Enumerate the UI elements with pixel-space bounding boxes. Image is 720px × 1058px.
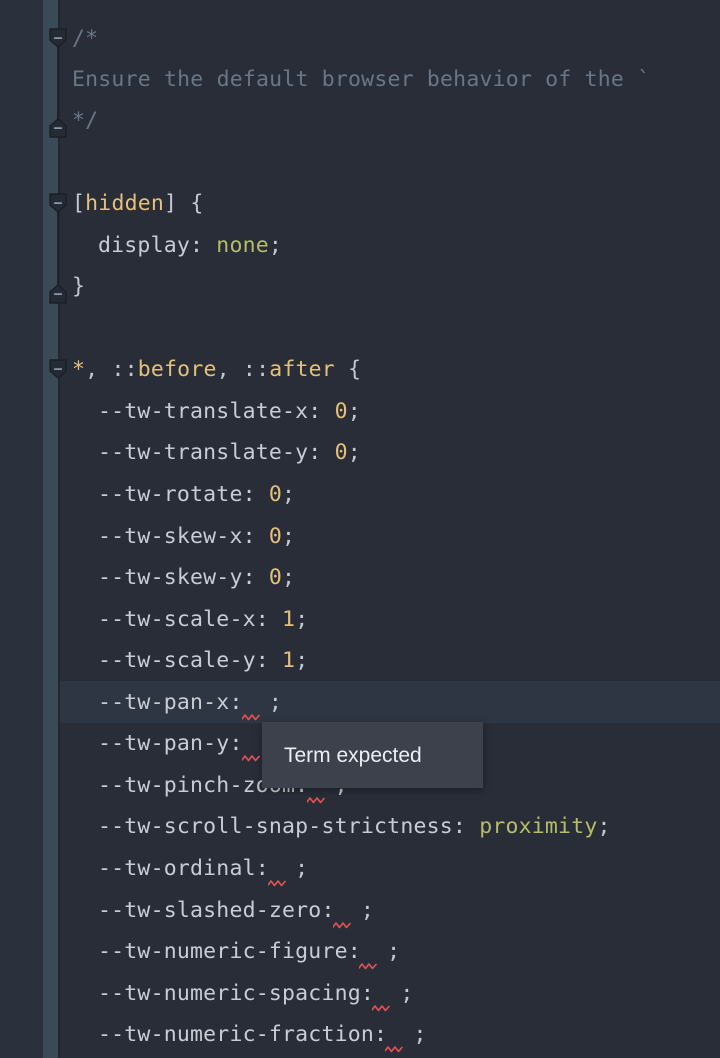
code-line[interactable]: */ xyxy=(72,100,98,141)
code-token: ; xyxy=(268,856,309,881)
code-token: ; xyxy=(347,399,361,424)
code-token: :: xyxy=(242,357,270,382)
editor-gutter xyxy=(0,0,43,1058)
code-line[interactable]: --tw-numeric-spacing: ; xyxy=(98,973,413,1014)
code-token: ; xyxy=(268,233,283,258)
code-token: --tw-pan-x: xyxy=(98,690,243,715)
code-token: --tw-slashed-zero: xyxy=(98,898,335,923)
code-token: --tw-scale-y: xyxy=(98,648,283,673)
code-token: ; xyxy=(387,1022,427,1047)
code-token: --tw-ordinal: xyxy=(98,856,269,881)
code-token: proximity xyxy=(479,814,598,839)
code-token: --tw-translate-x: xyxy=(98,399,335,424)
code-token: ; xyxy=(295,648,309,673)
code-token: [ xyxy=(72,191,86,216)
code-line[interactable]: display: none; xyxy=(98,225,282,266)
code-line[interactable]: --tw-scale-x: 1; xyxy=(98,599,308,640)
code-token: :: xyxy=(111,357,138,382)
code-token: * xyxy=(72,357,86,382)
code-token: --tw-skew-y: xyxy=(98,565,269,590)
code-token: */ xyxy=(72,108,99,133)
code-line[interactable]: /* xyxy=(72,18,98,59)
code-editor[interactable]: /* Ensure the default browser behavior of… xyxy=(0,0,720,1058)
code-token: ] { xyxy=(164,191,204,216)
code-token: ; xyxy=(295,607,309,632)
code-line[interactable]: --tw-numeric-fraction: ; xyxy=(98,1014,427,1055)
code-token: --tw-numeric-figure: xyxy=(98,939,361,964)
code-line[interactable]: Ensure the default browser behavior of t… xyxy=(72,59,650,100)
code-token: ; xyxy=(242,690,283,715)
code-token: ; xyxy=(374,981,414,1006)
code-token: 1 xyxy=(282,607,296,632)
code-token: ; xyxy=(334,898,375,923)
code-token: ; xyxy=(282,524,296,549)
code-token: ; xyxy=(282,565,296,590)
error-squiggle-underline[interactable] xyxy=(385,1046,404,1053)
code-token: /* xyxy=(72,26,99,51)
code-token: 0 xyxy=(268,482,283,507)
code-line[interactable]: --tw-translate-x: 0; xyxy=(98,391,361,432)
code-token: --tw-pan-y: xyxy=(98,731,243,756)
code-line[interactable]: *, ::before, ::after { xyxy=(72,349,361,390)
code-line[interactable]: --tw-rotate: 0; xyxy=(98,474,295,515)
code-token: } xyxy=(72,274,86,299)
error-squiggle-underline[interactable] xyxy=(242,714,261,721)
code-token: --tw-rotate: xyxy=(98,482,269,507)
code-line[interactable]: --tw-skew-y: 0; xyxy=(98,557,295,598)
code-token: display: xyxy=(98,233,217,258)
code-content[interactable]: /* Ensure the default browser behavior of… xyxy=(60,0,720,1058)
code-line[interactable]: --tw-skew-x: 0; xyxy=(98,516,295,557)
code-token: ; xyxy=(282,482,296,507)
code-line[interactable]: --tw-scroll-snap-strictness: proximity; xyxy=(98,806,611,847)
code-token: --tw-translate-y: xyxy=(98,440,335,465)
code-token: , xyxy=(216,357,243,382)
error-squiggle-underline[interactable] xyxy=(333,922,352,929)
code-token: after xyxy=(269,357,335,382)
code-token: 0 xyxy=(268,524,283,549)
code-line[interactable]: [hidden] { xyxy=(72,183,203,224)
code-token: , xyxy=(85,357,112,382)
code-line[interactable]: } xyxy=(72,266,85,307)
code-line[interactable]: --tw-scale-y: 1; xyxy=(98,640,308,681)
code-token: hidden xyxy=(85,191,165,216)
fold-gutter-strip[interactable] xyxy=(43,0,58,1058)
code-token: ; xyxy=(360,939,401,964)
code-token: 0 xyxy=(334,440,348,465)
code-token: --tw-scale-x: xyxy=(98,607,283,632)
code-token: --tw-numeric-fraction: xyxy=(98,1022,388,1047)
error-tooltip-text: Term expected xyxy=(284,743,422,767)
code-token: 0 xyxy=(334,399,348,424)
code-line[interactable]: --tw-translate-y: 0; xyxy=(98,432,361,473)
fold-region-connector xyxy=(57,209,59,288)
code-line[interactable]: --tw-numeric-figure: ; xyxy=(98,931,400,972)
code-token: 0 xyxy=(268,565,283,590)
error-squiggle-underline[interactable] xyxy=(268,880,287,887)
error-squiggle-underline[interactable] xyxy=(242,755,261,762)
code-token: { xyxy=(334,357,362,382)
code-token: none xyxy=(216,233,269,258)
code-token: Ensure the default browser behavior of t… xyxy=(72,67,651,92)
code-token: --tw-scroll-snap-strictness: xyxy=(98,814,480,839)
code-token: --tw-numeric-spacing: xyxy=(98,981,375,1006)
error-tooltip: Term expected xyxy=(262,722,483,788)
error-squiggle-underline[interactable] xyxy=(359,963,378,970)
code-token: ; xyxy=(597,814,611,839)
code-token: before xyxy=(137,357,217,382)
code-token: ; xyxy=(347,440,361,465)
code-token: 1 xyxy=(282,648,296,673)
code-token: --tw-skew-x: xyxy=(98,524,269,549)
error-squiggle-underline[interactable] xyxy=(372,1005,391,1012)
fold-region-connector xyxy=(57,44,59,122)
error-squiggle-underline[interactable] xyxy=(307,797,326,804)
